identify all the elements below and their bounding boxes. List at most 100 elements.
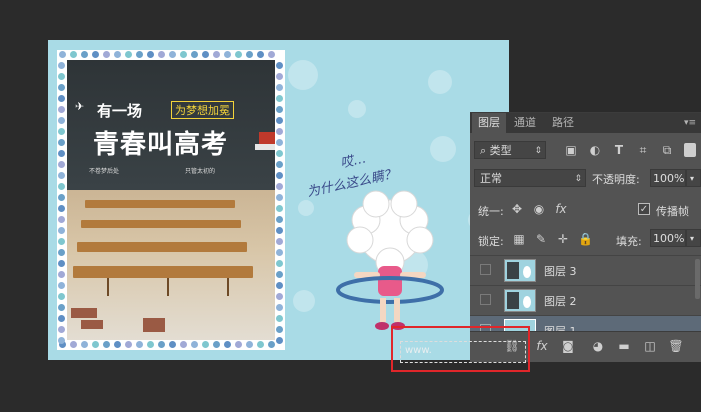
adjustment-filter-icon[interactable]: ◐ — [588, 143, 602, 157]
new-group-icon[interactable]: ▬ — [616, 338, 632, 354]
border-dot — [276, 282, 283, 289]
layer-thumbnail — [504, 259, 536, 282]
border-dot — [58, 238, 65, 245]
border-dot — [147, 341, 154, 348]
border-dot — [224, 341, 231, 348]
paper-plane-icon: ✈ — [75, 100, 85, 113]
lock-pixels-icon[interactable]: ✎ — [534, 232, 548, 246]
fill-field[interactable]: 100% — [650, 229, 686, 247]
classroom-desks — [67, 190, 275, 340]
poster-image: ✈ 有一场 为梦想加冕 青春叫高考 不卷梦后处 只管太初的 — [57, 50, 285, 350]
new-layer-icon[interactable]: ◫ — [642, 338, 658, 354]
border-dot — [276, 62, 283, 69]
border-dot — [276, 172, 283, 179]
lock-position-icon[interactable]: ✛ — [556, 232, 570, 246]
bubble — [430, 136, 456, 162]
tab-channels[interactable]: 通道 — [508, 113, 542, 133]
border-dot — [276, 249, 283, 256]
poster-title: 青春叫高考 — [93, 130, 229, 160]
border-dot — [114, 341, 121, 348]
desk-leg — [227, 278, 229, 296]
panel-menu-icon[interactable]: ▾≡ — [678, 113, 701, 133]
layers-scrollbar[interactable] — [695, 259, 700, 299]
search-icon: ⌕ — [480, 144, 490, 157]
lock-transparency-icon[interactable]: ▦ — [512, 232, 526, 246]
red-highlight-box — [391, 326, 530, 372]
layer-style-icon[interactable]: fx — [534, 338, 550, 354]
border-dot — [224, 51, 231, 58]
border-dot — [125, 341, 132, 348]
border-dot — [58, 106, 65, 113]
border-dot — [276, 304, 283, 311]
border-dot — [257, 341, 264, 348]
border-dot — [58, 205, 65, 212]
tab-paths[interactable]: 路径 — [546, 113, 580, 133]
lock-all-icon[interactable]: 🔒 — [578, 232, 593, 246]
brick-wall — [81, 320, 103, 329]
border-dot — [58, 282, 65, 289]
poster-slogan-right: 只管太初的 — [185, 168, 216, 175]
layer-name[interactable]: 图层 2 — [544, 293, 577, 309]
border-dot — [276, 337, 283, 344]
border-dot — [81, 341, 88, 348]
border-dot — [276, 128, 283, 135]
border-dot — [58, 216, 65, 223]
unify-visibility-icon[interactable]: ◉ — [532, 202, 546, 216]
type-filter-icon[interactable]: T — [612, 143, 626, 157]
border-dot — [276, 326, 283, 333]
border-dot — [158, 341, 165, 348]
filter-toggle-icon[interactable] — [684, 143, 696, 157]
lock-label: 锁定: — [478, 235, 504, 248]
blend-mode-select[interactable]: 正常 ⇕ — [474, 169, 586, 187]
filter-kind-select[interactable]: ⌕ 类型 ⇕ — [474, 141, 546, 159]
layer-row-3[interactable]: 图层 3 — [470, 255, 701, 285]
border-dot — [58, 161, 65, 168]
border-dot — [58, 293, 65, 300]
border-dot — [58, 194, 65, 201]
layer-mask-icon[interactable]: ◙ — [560, 338, 576, 354]
layer-row-2[interactable]: 图层 2 — [470, 285, 701, 315]
shape-filter-icon[interactable]: ⌗ — [636, 143, 650, 157]
brick-wall — [143, 318, 165, 332]
border-dot — [202, 341, 209, 348]
propagate-checkbox[interactable]: ✓ — [638, 203, 650, 215]
border-dot — [276, 183, 283, 190]
desk-row — [73, 266, 253, 278]
fill-label: 填充: — [616, 235, 642, 248]
tab-layers[interactable]: 图层 — [472, 113, 506, 133]
books — [255, 144, 275, 150]
image-filter-icon[interactable]: ▣ — [564, 143, 578, 157]
chevron-updown-icon: ⇕ — [574, 174, 582, 184]
border-dot — [235, 341, 242, 348]
border-dot — [58, 271, 65, 278]
unify-style-icon[interactable]: fx — [554, 202, 568, 216]
desk-row — [77, 242, 247, 252]
border-dot — [58, 150, 65, 157]
chevron-updown-icon: ⇕ — [534, 146, 542, 156]
border-dot — [103, 341, 110, 348]
border-dot — [169, 51, 176, 58]
opacity-dropdown-icon[interactable]: ▾ — [686, 169, 701, 187]
smart-object-filter-icon[interactable]: ⧉ — [660, 143, 674, 157]
border-dot — [169, 341, 176, 348]
border-dot — [70, 341, 77, 348]
border-dot — [180, 51, 187, 58]
fill-dropdown-icon[interactable]: ▾ — [686, 229, 701, 247]
delete-layer-icon[interactable]: 🗑 — [668, 338, 684, 354]
layer-name[interactable]: 图层 3 — [544, 263, 577, 279]
adjustment-layer-icon[interactable]: ◕ — [590, 338, 606, 354]
border-dot — [81, 51, 88, 58]
border-dot — [58, 260, 65, 267]
visibility-toggle[interactable] — [480, 294, 491, 305]
desk-row — [81, 220, 241, 228]
border-dot — [235, 51, 242, 58]
border-dot — [125, 51, 132, 58]
books — [259, 132, 275, 144]
visibility-toggle[interactable] — [480, 264, 491, 275]
brick-wall — [71, 308, 97, 318]
bubble — [298, 200, 314, 216]
border-dot — [276, 293, 283, 300]
opacity-field[interactable]: 100% — [650, 169, 686, 187]
cartoon-sheep — [336, 190, 444, 330]
unify-position-icon[interactable]: ✥ — [510, 202, 524, 216]
